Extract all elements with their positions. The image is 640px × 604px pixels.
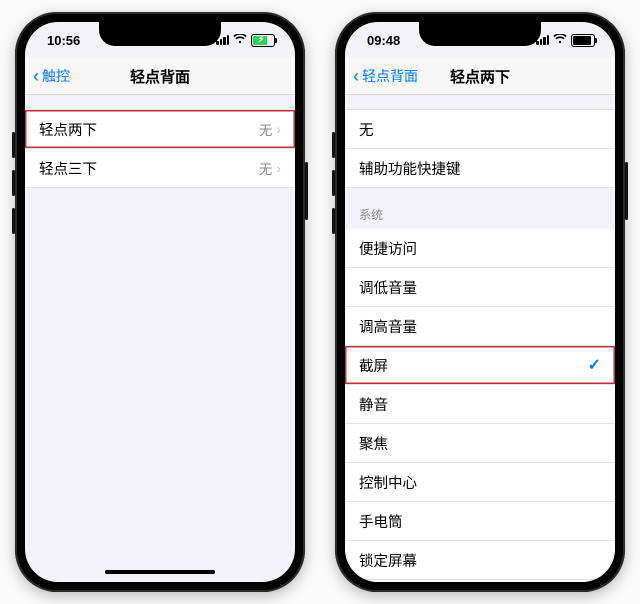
screen: 10:56 ⚡︎ ‹ 触控 轻点背面 轻点两下无›轻点三下无›	[25, 22, 295, 582]
row-value: 无›	[259, 158, 281, 178]
list-row[interactable]: 调高音量	[345, 307, 615, 346]
nav-title: 轻点两下	[450, 66, 510, 87]
notch	[99, 22, 221, 46]
row-label: 手电筒	[359, 511, 403, 532]
list-row[interactable]: 锁定屏幕旋转	[345, 580, 615, 582]
row-label: 截屏	[359, 355, 388, 376]
list-group: 无辅助功能快捷键	[345, 109, 615, 188]
list-row[interactable]: 轻点三下 无›	[25, 149, 295, 187]
home-indicator[interactable]	[25, 562, 295, 582]
nav-bar: ‹ 触控 轻点背面	[25, 58, 295, 95]
section-header: 系统	[345, 188, 615, 229]
row-label: 静音	[359, 394, 388, 415]
list-row[interactable]: 辅助功能快捷键	[345, 149, 615, 187]
row-label: 辅助功能快捷键	[359, 158, 461, 179]
battery-icon	[571, 34, 595, 47]
back-label: 轻点背面	[362, 66, 418, 86]
list-row[interactable]: 锁定屏幕	[345, 541, 615, 580]
status-time: 09:48	[367, 33, 400, 48]
row-label: 无	[359, 119, 374, 140]
phone-left: 10:56 ⚡︎ ‹ 触控 轻点背面 轻点两下无›轻点三下无›	[15, 12, 305, 592]
list-row[interactable]: 控制中心	[345, 463, 615, 502]
row-label: 轻点三下	[39, 158, 97, 179]
row-label: 锁定屏幕	[359, 550, 417, 571]
row-value: 无›	[259, 119, 281, 139]
list-group: 轻点两下无›轻点三下无›	[25, 109, 295, 188]
list-row[interactable]: 调低音量	[345, 268, 615, 307]
list-row[interactable]: 手电筒	[345, 502, 615, 541]
back-button[interactable]: ‹ 触控	[33, 66, 70, 86]
back-button[interactable]: ‹ 轻点背面	[353, 66, 418, 86]
row-label: 聚焦	[359, 433, 388, 454]
checkmark-icon: ✓	[588, 355, 601, 375]
row-label: 轻点两下	[39, 119, 97, 140]
row-label: 控制中心	[359, 472, 417, 493]
row-label: 便捷访问	[359, 238, 417, 259]
list-group-system: 便捷访问调低音量调高音量截屏✓静音聚焦控制中心手电筒锁定屏幕锁定屏幕旋转通知中心…	[345, 229, 615, 582]
row-label: 调低音量	[359, 277, 417, 298]
chevron-right-icon: ›	[276, 121, 281, 137]
row-label: 调高音量	[359, 316, 417, 337]
battery-icon: ⚡︎	[251, 34, 275, 47]
content: 轻点两下无›轻点三下无›	[25, 95, 295, 562]
notch	[419, 22, 541, 46]
chevron-right-icon: ›	[276, 160, 281, 176]
wifi-icon	[553, 33, 567, 47]
status-right	[536, 33, 595, 47]
list-row[interactable]: 便捷访问	[345, 229, 615, 268]
nav-bar: ‹ 轻点背面 轻点两下	[345, 58, 615, 95]
list-row[interactable]: 静音	[345, 385, 615, 424]
phone-right: 09:48 ‹ 轻点背面 轻点两下 无辅助功能快捷键 系统 便捷访问调低音量调高…	[335, 12, 625, 592]
chevron-left-icon: ‹	[33, 67, 39, 85]
status-time: 10:56	[47, 33, 80, 48]
screen: 09:48 ‹ 轻点背面 轻点两下 无辅助功能快捷键 系统 便捷访问调低音量调高…	[345, 22, 615, 582]
wifi-icon	[233, 33, 247, 47]
list-row[interactable]: 轻点两下 无›	[25, 110, 295, 149]
list-row[interactable]: 聚焦	[345, 424, 615, 463]
status-right: ⚡︎	[216, 33, 275, 47]
nav-title: 轻点背面	[130, 66, 190, 87]
chevron-left-icon: ‹	[353, 67, 359, 85]
list-row[interactable]: 截屏 ✓	[345, 346, 615, 385]
back-label: 触控	[42, 66, 70, 86]
content: 无辅助功能快捷键 系统 便捷访问调低音量调高音量截屏 ✓ 静音聚焦控制中心手电筒锁定…	[345, 95, 615, 582]
list-row[interactable]: 无	[345, 110, 615, 149]
